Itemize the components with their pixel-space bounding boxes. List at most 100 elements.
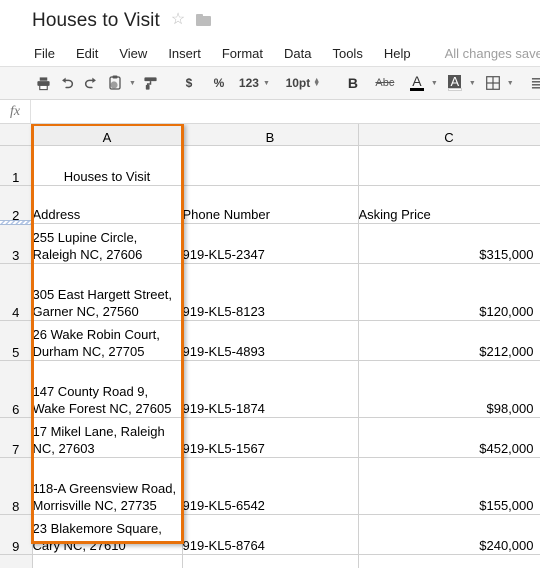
cell-c4[interactable]: $120,000 xyxy=(358,263,540,321)
cell-c5[interactable]: $212,000 xyxy=(358,320,540,361)
table-row: 7 17 Mikel Lane, Raleigh NC, 27603 919-K… xyxy=(0,417,540,458)
cell-b2[interactable]: Phone Number xyxy=(182,185,359,224)
fill-color-swatch xyxy=(447,88,462,91)
borders-button[interactable] xyxy=(482,71,504,95)
fill-color-caret-icon[interactable]: ▼ xyxy=(469,80,476,87)
cell-a4[interactable]: 305 East Hargett Street, Garner NC, 2756… xyxy=(32,263,183,321)
table-row: 8 118-A Greensview Road, Morrisville NC,… xyxy=(0,457,540,515)
text-color-caret-icon[interactable]: ▼ xyxy=(431,80,438,87)
column-header-c[interactable]: C xyxy=(358,124,540,146)
save-status-text: All changes saved xyxy=(444,45,540,61)
row-header-6[interactable]: 6 xyxy=(0,360,33,418)
cell-b5[interactable]: 919-KL5-4893 xyxy=(182,320,359,361)
menu-item-edit[interactable]: Edit xyxy=(74,45,100,62)
sheet-table: A B C 1 Houses to Visit 2 Address Phone … xyxy=(0,124,540,568)
row-header-9[interactable]: 9 xyxy=(0,514,33,555)
cell-b6[interactable]: 919-KL5-1874 xyxy=(182,360,359,418)
cell-b4[interactable]: 919-KL5-8123 xyxy=(182,263,359,321)
row-header-7[interactable]: 7 xyxy=(0,417,33,458)
horizontal-align-button[interactable] xyxy=(528,71,540,95)
row-header-2[interactable]: 2 xyxy=(0,185,33,224)
column-header-a[interactable]: A xyxy=(32,124,183,146)
number-format-button[interactable]: 123 xyxy=(238,71,260,95)
cell-c3[interactable]: $315,000 xyxy=(358,223,540,264)
menu-item-data[interactable]: Data xyxy=(282,45,313,62)
table-row: 2 Address Phone Number Asking Price xyxy=(0,185,540,224)
cell-b8[interactable]: 919-KL5-6542 xyxy=(182,457,359,515)
table-row: 3 255 Lupine Circle, Raleigh NC, 27606 9… xyxy=(0,223,540,264)
undo-button[interactable] xyxy=(56,71,78,95)
menu-item-insert[interactable]: Insert xyxy=(166,45,203,62)
fx-icon: fx xyxy=(9,103,21,119)
table-row: 1 Houses to Visit xyxy=(0,145,540,186)
document-title[interactable]: Houses to Visit xyxy=(32,11,160,30)
cell-b10[interactable]: 919-KL5-3514 xyxy=(182,554,359,568)
menu-item-format[interactable]: Format xyxy=(220,45,265,62)
bold-button[interactable]: B xyxy=(342,71,364,95)
cell-a10[interactable]: 253 University Boulevard, Chapel Hill NC… xyxy=(32,554,183,568)
paint-roller-icon[interactable] xyxy=(140,71,162,95)
title-bar: Houses to Visit ☆ xyxy=(0,0,540,40)
cell-a9[interactable]: 23 Blakemore Square, Cary NC, 27610 xyxy=(32,514,183,555)
cell-a8[interactable]: 118-A Greensview Road, Morrisville NC, 2… xyxy=(32,457,183,515)
fill-color-button[interactable]: A xyxy=(444,71,466,95)
cell-a7[interactable]: 17 Mikel Lane, Raleigh NC, 27603 xyxy=(32,417,183,458)
sheet-body: 1 Houses to Visit 2 Address Phone Number… xyxy=(0,145,540,568)
column-header-row: A B C xyxy=(0,124,540,146)
cell-c7[interactable]: $452,000 xyxy=(358,417,540,458)
font-size-stepper-icon[interactable]: ▲ ▼ xyxy=(313,77,320,88)
row-header-10[interactable]: 10 xyxy=(0,554,33,568)
table-row: 6 147 County Road 9, Wake Forest NC, 276… xyxy=(0,360,540,418)
row-header-1[interactable]: 1 xyxy=(0,145,33,186)
cell-b3[interactable]: 919-KL5-2347 xyxy=(182,223,359,264)
text-color-swatch xyxy=(409,88,424,91)
cell-a2[interactable]: Address xyxy=(32,185,183,224)
folder-icon[interactable] xyxy=(196,14,212,26)
cell-a6[interactable]: 147 County Road 9, Wake Forest NC, 27605 xyxy=(32,360,183,418)
cell-b1[interactable] xyxy=(182,145,359,186)
menu-item-help[interactable]: Help xyxy=(382,45,413,62)
cell-c8[interactable]: $155,000 xyxy=(358,457,540,515)
row-header-8[interactable]: 8 xyxy=(0,457,33,515)
paint-format-caret-icon[interactable]: ▼ xyxy=(129,80,136,87)
text-color-button[interactable]: A xyxy=(406,71,428,95)
cell-b7[interactable]: 919-KL5-1567 xyxy=(182,417,359,458)
row-header-3[interactable]: 3 xyxy=(0,223,33,264)
redo-button[interactable] xyxy=(80,71,102,95)
cell-a5[interactable]: 26 Wake Robin Court, Durham NC, 27705 xyxy=(32,320,183,361)
column-header-b[interactable]: B xyxy=(182,124,359,146)
paint-format-clipboard-icon[interactable] xyxy=(104,71,126,95)
table-row: 4 305 East Hargett Street, Garner NC, 27… xyxy=(0,263,540,321)
toolbar: ▼ $ % 123 ▼ 10pt ▲ ▼ B Abc A ▼ A ▼ ▼ xyxy=(0,66,540,100)
cell-c1[interactable] xyxy=(358,145,540,186)
number-format-caret-icon[interactable]: ▼ xyxy=(263,80,270,87)
spreadsheet-grid[interactable]: A B C 1 Houses to Visit 2 Address Phone … xyxy=(0,124,540,568)
formula-input[interactable] xyxy=(30,100,540,123)
percent-format-button[interactable]: % xyxy=(208,71,230,95)
print-button[interactable] xyxy=(32,71,54,95)
cell-b9[interactable]: 919-KL5-8764 xyxy=(182,514,359,555)
formula-bar: fx xyxy=(0,100,540,124)
font-size-value: 10pt xyxy=(285,76,311,90)
frozen-row-divider[interactable] xyxy=(0,220,32,225)
menu-item-tools[interactable]: Tools xyxy=(330,45,364,62)
cell-a3[interactable]: 255 Lupine Circle, Raleigh NC, 27606 xyxy=(32,223,183,264)
cell-c6[interactable]: $98,000 xyxy=(358,360,540,418)
row-header-5[interactable]: 5 xyxy=(0,320,33,361)
select-all-corner[interactable] xyxy=(0,124,33,146)
cell-c9[interactable]: $240,000 xyxy=(358,514,540,555)
font-size-selector[interactable]: 10pt ▲ ▼ xyxy=(284,71,322,95)
cell-c10[interactable]: $340,000 xyxy=(358,554,540,568)
table-row: 9 23 Blakemore Square, Cary NC, 27610 91… xyxy=(0,514,540,555)
table-row: 10 253 University Boulevard, Chapel Hill… xyxy=(0,554,540,568)
strikethrough-button[interactable]: Abc xyxy=(374,71,396,95)
row-header-4[interactable]: 4 xyxy=(0,263,33,321)
cell-a1[interactable]: Houses to Visit xyxy=(32,145,183,186)
borders-caret-icon[interactable]: ▼ xyxy=(507,80,514,87)
table-row: 5 26 Wake Robin Court, Durham NC, 27705 … xyxy=(0,320,540,361)
menu-item-file[interactable]: File xyxy=(32,45,57,62)
currency-format-button[interactable]: $ xyxy=(178,71,200,95)
star-outline-icon[interactable]: ☆ xyxy=(171,12,185,28)
cell-c2[interactable]: Asking Price xyxy=(358,185,540,224)
menu-item-view[interactable]: View xyxy=(117,45,149,62)
